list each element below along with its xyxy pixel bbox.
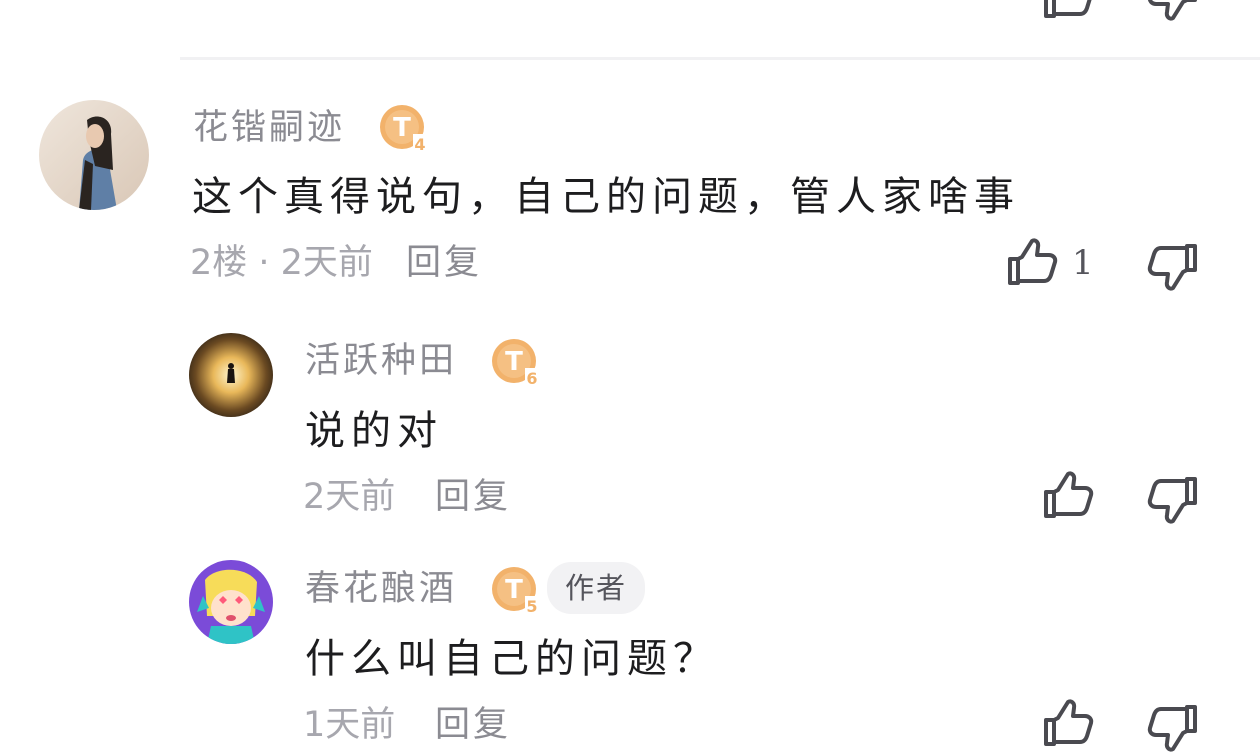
avatar[interactable] [189, 333, 273, 417]
comment-text: 什么叫自己的问题？ [305, 636, 719, 682]
level-badge: T 4 [379, 104, 427, 154]
username[interactable]: 花锴嗣迹 [193, 106, 345, 150]
level-badge: T 6 [491, 338, 539, 388]
thumbs-up-icon [1008, 238, 1058, 285]
reply-button[interactable]: 回复 [435, 475, 511, 519]
level-number: 6 [526, 369, 537, 388]
level-badge-letter: T [505, 575, 523, 605]
like-button[interactable] [1004, 235, 1060, 291]
level-badge: T 5 [491, 566, 539, 616]
level-number: 4 [414, 135, 425, 154]
level-badge-letter: T [393, 113, 411, 143]
dislike-button[interactable] [1145, 471, 1201, 527]
username[interactable]: 春花酿酒 [305, 567, 457, 611]
comment-meta: 1天前 [303, 705, 396, 745]
comment-text: 说的对 [305, 408, 443, 454]
username[interactable]: 活跃种田 [305, 339, 457, 383]
comment-divider [180, 57, 1260, 60]
thumbs-up-icon [1044, 0, 1092, 18]
reply-button[interactable]: 回复 [435, 703, 511, 747]
prev-like-button[interactable] [1040, 0, 1096, 24]
dislike-button[interactable] [1145, 699, 1201, 755]
reply-button[interactable]: 回复 [406, 241, 482, 285]
thumbs-up-icon [1044, 471, 1094, 518]
thumbs-down-icon [1147, 705, 1197, 752]
author-tag: 作者 [547, 562, 646, 614]
dislike-button[interactable] [1145, 238, 1201, 294]
comment-text: 这个真得说句，自己的问题，管人家啥事 [192, 174, 1020, 220]
like-button[interactable] [1040, 468, 1096, 524]
avatar[interactable] [189, 560, 273, 644]
comment-meta: 2天前 [303, 477, 396, 517]
like-button[interactable] [1040, 696, 1096, 752]
avatar[interactable] [39, 100, 149, 210]
like-count: 1 [1072, 243, 1094, 283]
thumbs-down-icon [1148, 0, 1197, 21]
level-badge-letter: T [505, 347, 523, 377]
level-number: 5 [526, 597, 537, 616]
thumbs-down-icon [1147, 477, 1197, 524]
thumbs-down-icon [1147, 244, 1197, 291]
comment-meta: 2楼 · 2天前 [190, 243, 373, 283]
prev-dislike-button[interactable] [1145, 0, 1201, 24]
thumbs-up-icon [1044, 699, 1094, 746]
